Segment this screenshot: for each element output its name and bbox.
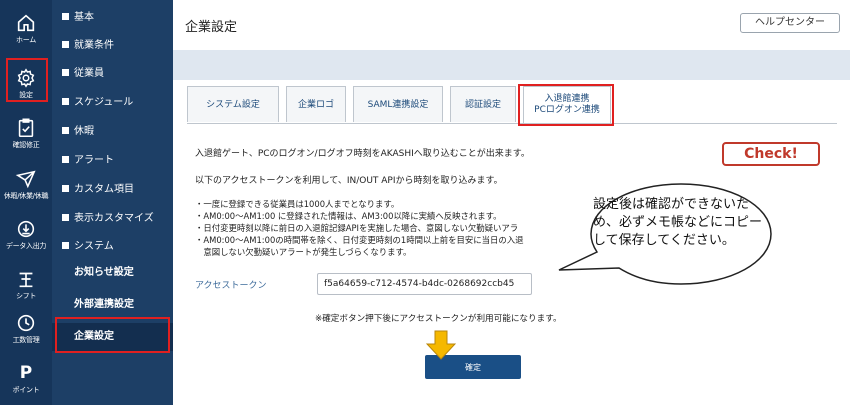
note-item: ・一度に登録できる従業員は1000人までとなります。 bbox=[195, 199, 400, 209]
point-icon: P bbox=[19, 363, 33, 383]
rail-label: ポイント bbox=[12, 386, 40, 394]
rail-item-settings[interactable]: 設定 bbox=[0, 67, 52, 100]
menu-item-work-conditions[interactable]: 就業条件 bbox=[52, 34, 173, 58]
menu-item-employees[interactable]: 従業員 bbox=[52, 62, 173, 86]
square-bullet-icon bbox=[62, 13, 69, 20]
square-bullet-icon bbox=[62, 242, 69, 249]
note-item: 意図しない欠勤疑いアラートが発生しづらくなります。 bbox=[195, 247, 412, 257]
square-bullet-icon bbox=[62, 185, 69, 192]
note-item: ・AM0:00〜AM1:00の時間帯を除く、日付変更時刻の1時間以上前を目安に当… bbox=[195, 235, 524, 245]
note-item: ・AM0:00〜AM1:00 に登録された情報は、AM3:00以降に実績へ反映さ… bbox=[195, 211, 502, 221]
speech-bubble: 設定後は確認ができないため、必ずメモ帳などにコピーして保存してください。 bbox=[555, 182, 785, 290]
menu-item-schedule[interactable]: スケジュール bbox=[52, 91, 173, 115]
square-bullet-icon bbox=[62, 69, 69, 76]
menu-item-label: アラート bbox=[74, 155, 114, 166]
icon-rail: ホーム 設定 確認修正 休暇/休業/休職 データ入出力 シフト 工数管理 P ポ… bbox=[0, 0, 52, 405]
home-icon bbox=[15, 12, 37, 34]
token-note: ※確定ボタン押下後にアクセストークンが利用可能になります。 bbox=[315, 314, 562, 324]
menu-item-system[interactable]: システム bbox=[52, 235, 173, 259]
square-bullet-icon bbox=[62, 98, 69, 105]
clock-icon bbox=[15, 312, 37, 334]
rail-item-workhours[interactable]: 工数管理 bbox=[0, 312, 52, 345]
tab-saml[interactable]: SAML連携設定 bbox=[353, 86, 443, 122]
menu-sub-notices[interactable]: お知らせ設定 bbox=[52, 259, 173, 287]
shift-icon bbox=[15, 268, 37, 290]
rail-item-review[interactable]: 確認修正 bbox=[0, 117, 52, 150]
gear-icon bbox=[15, 67, 37, 89]
rail-item-leave[interactable]: 休暇/休業/休職 bbox=[0, 168, 52, 201]
square-bullet-icon bbox=[62, 156, 69, 163]
rail-label: ホーム bbox=[16, 36, 36, 44]
rail-item-points[interactable]: P ポイント bbox=[0, 362, 52, 395]
help-center-button[interactable]: ヘルプセンター bbox=[740, 13, 840, 33]
tab-company-logo[interactable]: 企業ロゴ bbox=[286, 86, 346, 122]
menu-item-label: 表示カスタマイズ bbox=[74, 213, 154, 224]
tab-system-settings[interactable]: システム設定 bbox=[187, 86, 279, 122]
menu-item-label: スケジュール bbox=[74, 97, 134, 108]
menu-item-leave[interactable]: 休暇 bbox=[52, 120, 173, 144]
header-band bbox=[173, 50, 850, 80]
rail-item-shift[interactable]: シフト bbox=[0, 268, 52, 301]
rail-label: 設定 bbox=[19, 91, 33, 99]
menu-item-basic[interactable]: 基本 bbox=[52, 6, 173, 30]
tab-divider bbox=[187, 123, 837, 124]
rail-label: 工数管理 bbox=[12, 336, 40, 344]
rail-item-home[interactable]: ホーム bbox=[0, 12, 52, 45]
check-badge: Check! bbox=[722, 142, 820, 166]
note-item: ・日付変更時刻以降に前日の入退館記録APIを実施した場合、意図しない欠勤疑いアラ bbox=[195, 223, 519, 233]
menu-item-alerts[interactable]: アラート bbox=[52, 149, 173, 173]
rail-label: シフト bbox=[15, 292, 37, 300]
intro-text: 入退館ゲート、PCのログオン/ログオフ時刻をAKASHIへ取り込むことが出来ます… bbox=[195, 149, 530, 159]
menu-sub-external[interactable]: 外部連携設定 bbox=[52, 291, 173, 319]
tab-label-line2: PCログオン連携 bbox=[534, 105, 600, 115]
menu-item-label: 従業員 bbox=[74, 68, 104, 79]
down-arrow-icon bbox=[426, 330, 456, 360]
square-bullet-icon bbox=[62, 127, 69, 134]
rail-label: データ入出力 bbox=[5, 242, 47, 250]
menu-item-label: システム bbox=[74, 241, 114, 252]
tab-label-line1: 入退館連携 bbox=[544, 94, 590, 104]
page-title: 企業設定 bbox=[185, 20, 238, 35]
menu-item-custom-fields[interactable]: カスタム項目 bbox=[52, 178, 173, 202]
import-export-icon bbox=[15, 218, 37, 240]
settings-menu: 基本 就業条件 従業員 スケジュール 休暇 アラート カスタム項目 表示カスタマ… bbox=[52, 0, 173, 405]
plane-icon bbox=[15, 168, 37, 190]
clipboard-check-icon bbox=[15, 117, 37, 139]
access-token-label: アクセストークン bbox=[195, 281, 267, 291]
rail-item-data-io[interactable]: データ入出力 bbox=[0, 218, 52, 251]
square-bullet-icon bbox=[62, 41, 69, 48]
access-token-input[interactable] bbox=[317, 273, 532, 295]
menu-item-display-custom[interactable]: 表示カスタマイズ bbox=[52, 207, 173, 231]
speech-bubble-text: 設定後は確認ができないため、必ずメモ帳などにコピーして保存してください。 bbox=[593, 197, 763, 248]
square-bullet-icon bbox=[62, 214, 69, 221]
rail-label: 確認修正 bbox=[12, 141, 40, 149]
tab-auth[interactable]: 認証設定 bbox=[450, 86, 516, 122]
menu-item-label: カスタム項目 bbox=[74, 184, 134, 195]
tab-gate-pc-logon[interactable]: 入退館連携 PCログオン連携 bbox=[523, 86, 611, 124]
menu-item-label: 基本 bbox=[74, 12, 94, 23]
menu-item-label: 就業条件 bbox=[74, 40, 114, 51]
intro-text-2: 以下のアクセストークンを利用して、IN/OUT APIから時刻を取り込みます。 bbox=[195, 176, 503, 186]
menu-item-label: 休暇 bbox=[74, 126, 94, 137]
rail-label: 休暇/休業/休職 bbox=[3, 192, 49, 200]
menu-sub-company[interactable]: 企業設定 bbox=[52, 323, 173, 351]
